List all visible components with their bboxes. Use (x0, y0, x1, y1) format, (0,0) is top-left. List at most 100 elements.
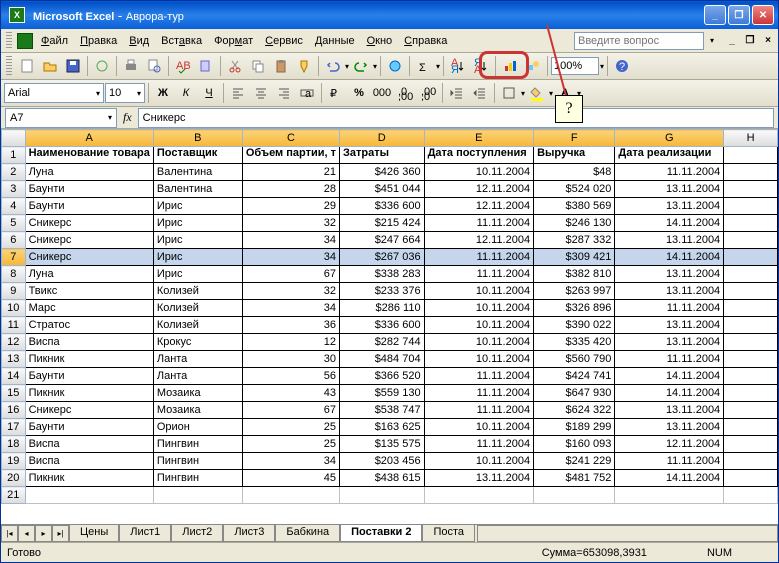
row-header-17[interactable]: 17 (2, 419, 26, 436)
help-button[interactable]: ? (611, 55, 633, 77)
cell[interactable]: 12.11.2004 (615, 436, 724, 453)
cell[interactable]: 11.11.2004 (615, 164, 724, 181)
cell[interactable]: Сникерс (25, 232, 153, 249)
cell[interactable]: 10.11.2004 (424, 317, 534, 334)
increase-decimal-button[interactable]: ,0,00 (394, 82, 416, 104)
col-header-E[interactable]: E (424, 130, 534, 147)
row-header-10[interactable]: 10 (2, 300, 26, 317)
cell[interactable]: 34 (242, 300, 339, 317)
cell[interactable]: Ирис (153, 198, 242, 215)
underline-button[interactable]: Ч (198, 82, 220, 104)
cell[interactable]: 13.11.2004 (615, 317, 724, 334)
cell[interactable]: Валентина (153, 181, 242, 198)
cell[interactable]: Ирис (153, 215, 242, 232)
merge-center-button[interactable]: a (296, 82, 318, 104)
cell[interactable]: 34 (242, 232, 339, 249)
row-header-11[interactable]: 11 (2, 317, 26, 334)
help-question-input[interactable] (574, 32, 704, 50)
cell[interactable]: Баунти (25, 368, 153, 385)
cell[interactable]: 13.11.2004 (424, 470, 534, 487)
row-header-12[interactable]: 12 (2, 334, 26, 351)
cell[interactable]: 29 (242, 198, 339, 215)
font-size-select[interactable]: 10▾ (105, 83, 145, 103)
cell[interactable]: 28 (242, 181, 339, 198)
menu-insert[interactable]: Вставка (155, 33, 208, 49)
research-button[interactable] (195, 55, 217, 77)
sheet-table[interactable]: A B C D E F G H 1 Наименование товара По… (1, 129, 778, 504)
cell[interactable]: $524 020 (534, 181, 615, 198)
menu-help[interactable]: Справка (398, 33, 453, 49)
cell[interactable]: 11.11.2004 (424, 436, 534, 453)
row-header-6[interactable]: 6 (2, 232, 26, 249)
cell[interactable]: Ирис (153, 266, 242, 283)
cell[interactable]: $263 997 (534, 283, 615, 300)
cell[interactable]: Затраты (339, 147, 424, 164)
cell[interactable]: 21 (242, 164, 339, 181)
bold-button[interactable]: Ж (152, 82, 174, 104)
font-name-select[interactable]: Arial▾ (4, 83, 104, 103)
cell[interactable]: Баунти (25, 419, 153, 436)
print-button[interactable] (120, 55, 142, 77)
comma-style-button[interactable]: 000 (371, 82, 393, 104)
cell[interactable]: 11.11.2004 (424, 385, 534, 402)
undo-button[interactable] (322, 55, 344, 77)
menu-service[interactable]: Сервис (259, 33, 309, 49)
cell[interactable]: 10.11.2004 (424, 453, 534, 470)
cell[interactable]: $215 424 (339, 215, 424, 232)
spelling-button[interactable]: ABC (172, 55, 194, 77)
cell[interactable]: $189 299 (534, 419, 615, 436)
cell[interactable]: $335 420 (534, 334, 615, 351)
sheet-tab[interactable]: Лист2 (171, 525, 223, 542)
cell[interactable]: $438 615 (339, 470, 424, 487)
cell[interactable]: Баунти (25, 198, 153, 215)
cell[interactable]: 14.11.2004 (615, 368, 724, 385)
cell[interactable]: 11.11.2004 (424, 266, 534, 283)
row-header-20[interactable]: 20 (2, 470, 26, 487)
cell[interactable]: 12.11.2004 (424, 181, 534, 198)
autosum-button[interactable]: Σ (413, 55, 435, 77)
cell[interactable]: 36 (242, 317, 339, 334)
cell[interactable]: 10.11.2004 (424, 164, 534, 181)
cell[interactable]: $203 456 (339, 453, 424, 470)
hyperlink-button[interactable] (384, 55, 406, 77)
cell[interactable]: 14.11.2004 (615, 470, 724, 487)
cell[interactable]: Сникерс (25, 402, 153, 419)
toolbar-handle[interactable] (6, 32, 12, 50)
cell[interactable]: $559 130 (339, 385, 424, 402)
cell[interactable]: $286 110 (339, 300, 424, 317)
cell[interactable]: 10.11.2004 (424, 351, 534, 368)
row-header-2[interactable]: 2 (2, 164, 26, 181)
cell[interactable]: $380 569 (534, 198, 615, 215)
cell[interactable]: $246 130 (534, 215, 615, 232)
cell[interactable]: Твикс (25, 283, 153, 300)
tab-last-button[interactable]: ▸| (52, 525, 69, 542)
cell[interactable]: 25 (242, 419, 339, 436)
align-right-button[interactable] (273, 82, 295, 104)
cell[interactable]: $481 752 (534, 470, 615, 487)
cell[interactable]: 13.11.2004 (615, 198, 724, 215)
cell[interactable]: 12 (242, 334, 339, 351)
sort-descending-button[interactable]: ЯА (470, 55, 492, 77)
format-painter-button[interactable] (293, 55, 315, 77)
cell[interactable]: Луна (25, 164, 153, 181)
align-center-button[interactable] (250, 82, 272, 104)
cell[interactable]: 11.11.2004 (424, 249, 534, 266)
row-header-19[interactable]: 19 (2, 453, 26, 470)
cell[interactable]: 67 (242, 266, 339, 283)
row-header-18[interactable]: 18 (2, 436, 26, 453)
cell[interactable]: $336 600 (339, 198, 424, 215)
cell[interactable]: $624 322 (534, 402, 615, 419)
cell[interactable]: Стратос (25, 317, 153, 334)
cell[interactable]: Колизей (153, 283, 242, 300)
cell[interactable]: 13.11.2004 (615, 283, 724, 300)
cell[interactable]: Сникерс (25, 249, 153, 266)
cell[interactable]: 45 (242, 470, 339, 487)
cell[interactable]: Мозаика (153, 385, 242, 402)
doc-minimize-button[interactable]: _ (724, 34, 740, 48)
currency-button[interactable]: ₽ (325, 82, 347, 104)
decrease-indent-button[interactable] (446, 82, 468, 104)
sheet-tab[interactable]: Бабкина (275, 525, 340, 542)
cell[interactable]: Выручка (534, 147, 615, 164)
cell[interactable]: 10.11.2004 (424, 283, 534, 300)
cell[interactable]: 67 (242, 402, 339, 419)
